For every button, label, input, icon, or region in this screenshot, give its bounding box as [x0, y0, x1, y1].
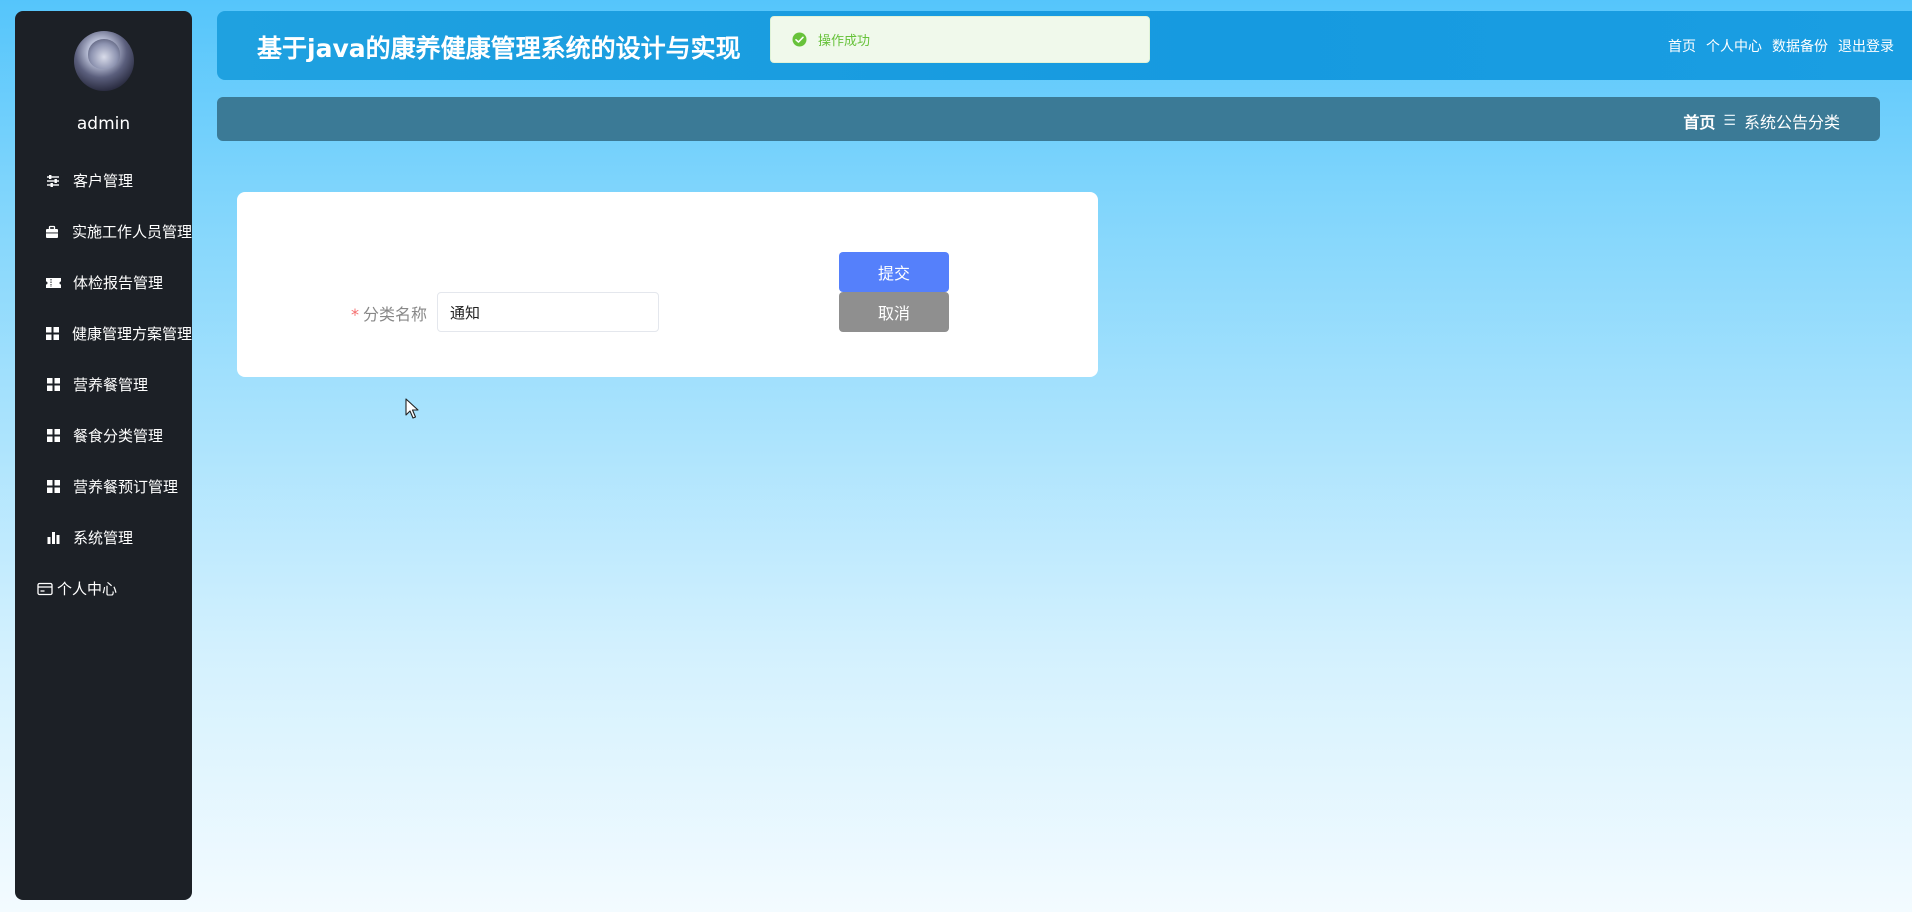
username-label: admin — [76, 114, 131, 134]
submit-button[interactable]: 提交 — [839, 252, 949, 292]
sidebar-item-label: 实施工作人员管理 — [71, 223, 192, 241]
success-check-icon — [792, 32, 807, 47]
category-form: *分类名称 提交 取消 — [237, 192, 1098, 377]
toast-message: 操作成功 — [818, 34, 871, 49]
sidebar: admin 客户管理 实施工作人员管理 体检报告管理 健康管理方案管理 营养餐管… — [15, 11, 192, 900]
sidebar-item-label: 系统管理 — [73, 529, 134, 547]
sidebar-item-meal-order[interactable]: 营养餐预订管理 — [15, 461, 192, 512]
card-icon — [37, 581, 53, 597]
sidebar-menu: 客户管理 实施工作人员管理 体检报告管理 健康管理方案管理 营养餐管理 餐食分类… — [15, 155, 192, 614]
grid-icon — [45, 479, 61, 495]
mouse-cursor-icon — [405, 398, 419, 419]
sidebar-item-health-plan[interactable]: 健康管理方案管理 — [15, 308, 192, 359]
sliders-icon — [45, 173, 61, 189]
sidebar-item-staff[interactable]: 实施工作人员管理 — [15, 206, 192, 257]
nav-link-home[interactable]: 首页 — [1668, 36, 1696, 56]
category-name-label-text: 分类名称 — [363, 305, 428, 324]
nav-link-logout[interactable]: 退出登录 — [1838, 36, 1894, 56]
sidebar-item-meal[interactable]: 营养餐管理 — [15, 359, 192, 410]
sidebar-item-label: 健康管理方案管理 — [71, 325, 192, 343]
ticket-icon — [45, 275, 61, 291]
category-name-input[interactable] — [437, 292, 659, 332]
sidebar-item-meal-category[interactable]: 餐食分类管理 — [15, 410, 192, 461]
grid-icon — [45, 326, 60, 342]
sidebar-item-label: 体检报告管理 — [73, 274, 164, 292]
sidebar-item-report[interactable]: 体检报告管理 — [15, 257, 192, 308]
breadcrumb-trail: 首页 ☰ 系统公告分类 — [1683, 109, 1840, 133]
breadcrumb-current: 系统公告分类 — [1743, 113, 1840, 132]
sidebar-item-customer[interactable]: 客户管理 — [15, 155, 192, 206]
sidebar-item-label: 个人中心 — [57, 580, 118, 598]
briefcase-icon — [45, 224, 60, 240]
breadcrumb-home[interactable]: 首页 — [1683, 109, 1715, 133]
sidebar-item-label: 营养餐管理 — [73, 376, 149, 394]
bar-chart-icon — [45, 530, 61, 546]
success-toast: 操作成功 — [770, 16, 1150, 63]
category-name-label: * 分类名称 — [351, 301, 427, 325]
site-title: 基于java的康养健康管理系统的设计与实现 — [257, 34, 741, 63]
grid-icon — [45, 428, 61, 444]
cancel-button[interactable]: 取消 — [839, 292, 949, 332]
avatar[interactable] — [74, 31, 134, 91]
breadcrumb-separator-icon: ☰ — [1723, 113, 1736, 129]
sidebar-item-label: 营养餐预订管理 — [73, 478, 179, 496]
top-nav: 首页 个人中心 数据备份 退出登录 — [1668, 36, 1894, 56]
nav-link-personal-center[interactable]: 个人中心 — [1706, 36, 1762, 56]
breadcrumb: 首页 ☰ 系统公告分类 — [217, 97, 1880, 141]
sidebar-item-label: 客户管理 — [73, 172, 134, 190]
grid-icon — [45, 377, 61, 393]
sidebar-item-system[interactable]: 系统管理 — [15, 512, 192, 563]
sidebar-item-label: 餐食分类管理 — [73, 427, 164, 445]
required-mark: * — [351, 305, 359, 324]
nav-link-data-backup[interactable]: 数据备份 — [1772, 36, 1828, 56]
sidebar-item-personal-center[interactable]: 个人中心 — [15, 563, 192, 614]
